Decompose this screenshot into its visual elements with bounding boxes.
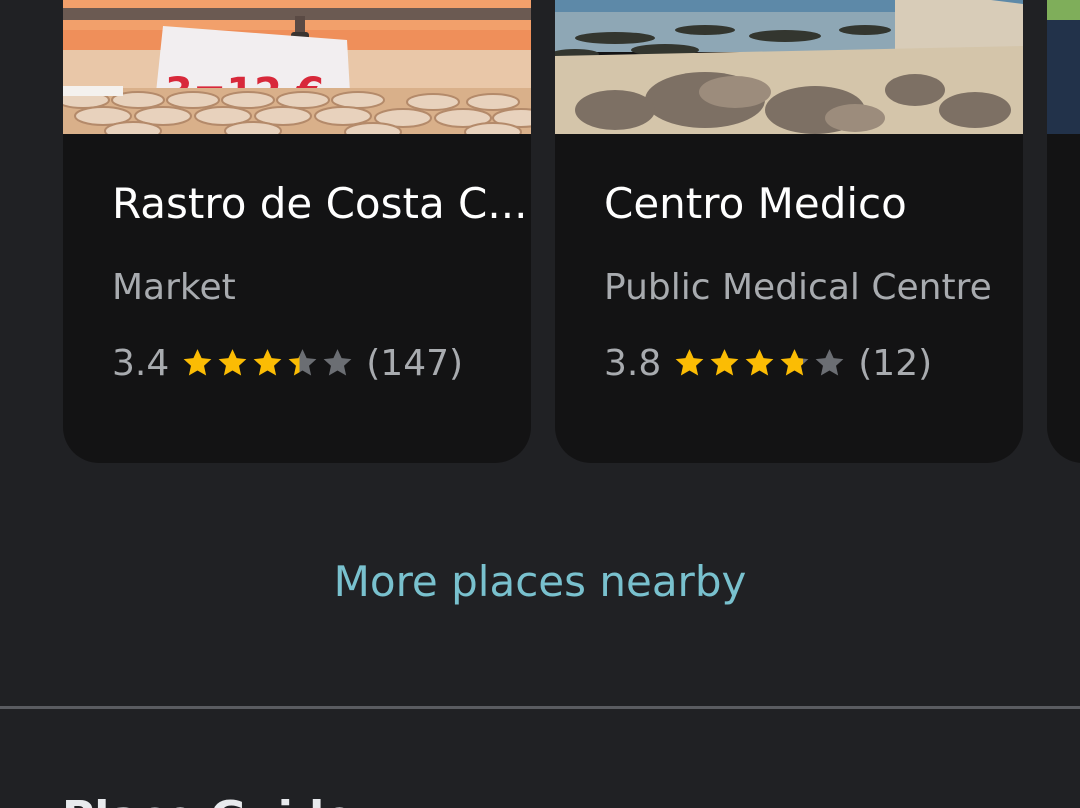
- place-category: Market: [112, 267, 236, 308]
- star-icon: [183, 349, 212, 376]
- review-count: (147): [366, 342, 464, 384]
- star-rating: [672, 346, 847, 380]
- place-category: Public Medical Centre: [604, 267, 992, 308]
- star-icon: [745, 349, 774, 376]
- star-icon: [288, 349, 317, 376]
- star-icon: [218, 349, 247, 376]
- place-card-market[interactable]: 3=12 €: [63, 0, 531, 463]
- rating-value: 3.8: [604, 342, 662, 384]
- review-count: (12): [858, 342, 933, 384]
- place-rating: 3.8 (12): [604, 340, 932, 386]
- place-name: Centro Medico: [604, 179, 907, 228]
- place-photo: [555, 0, 1023, 134]
- star-icon: [815, 349, 844, 376]
- nearby-places-section: 3=12 €: [0, 0, 1080, 808]
- star-rating: [180, 346, 355, 380]
- place-name: Rastro de Costa C...: [112, 179, 528, 228]
- rating-value: 3.4: [112, 342, 170, 384]
- place-rating: 3.4 (147): [112, 340, 463, 386]
- star-icon: [710, 349, 739, 376]
- place-photo: 3=12 €: [63, 0, 531, 134]
- star-icon: [780, 349, 809, 376]
- place-card-partial[interactable]: [1047, 0, 1080, 463]
- star-icon: [253, 349, 282, 376]
- place-photo: [1047, 0, 1080, 134]
- section-divider: [0, 706, 1080, 709]
- section-title-place-guide: Place Guide: [62, 790, 354, 808]
- place-card-medical-centre[interactable]: Centro Medico Public Medical Centre 3.8 …: [555, 0, 1023, 463]
- more-places-nearby-link[interactable]: More places nearby: [0, 555, 1080, 609]
- star-icon: [675, 349, 704, 376]
- star-icon: [323, 349, 352, 376]
